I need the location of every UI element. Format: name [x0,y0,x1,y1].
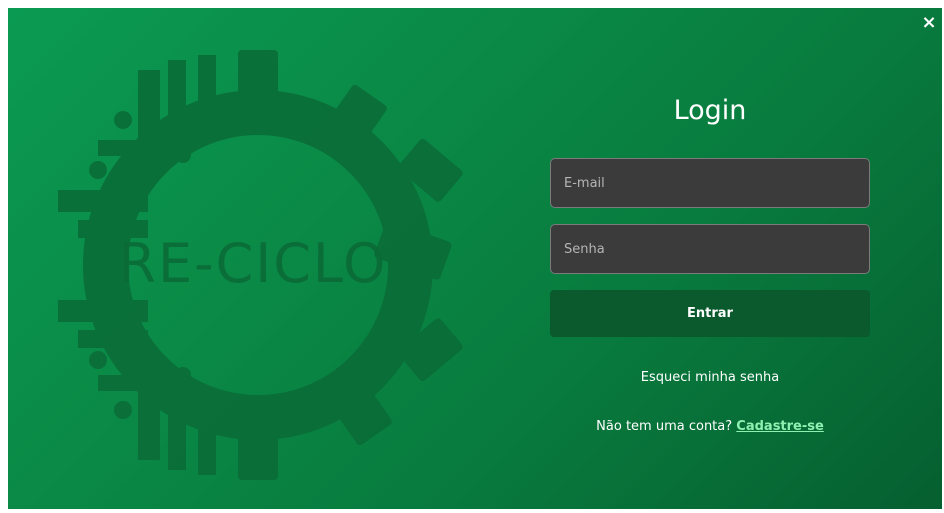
login-form: Login Entrar Esqueci minha senha Não tem… [550,94,870,434]
signup-link[interactable]: Cadastre-se [736,419,824,434]
signup-prompt-line: Não tem uma conta? Cadastre-se [550,419,870,434]
logo-text: RE-CICLO [118,232,387,295]
signup-prompt-text: Não tem uma conta? [596,419,733,434]
forgot-password-link[interactable]: Esqueci minha senha [550,370,870,385]
login-title: Login [673,95,747,126]
password-field[interactable] [550,224,870,274]
login-button[interactable]: Entrar [550,290,870,337]
re-ciclo-logo: RE-CICLO [58,50,463,480]
login-modal: × RE-CICLO Login E-mail Entrar Esqueci m… [8,8,942,509]
email-field[interactable] [550,158,870,208]
close-icon[interactable]: × [918,12,940,34]
